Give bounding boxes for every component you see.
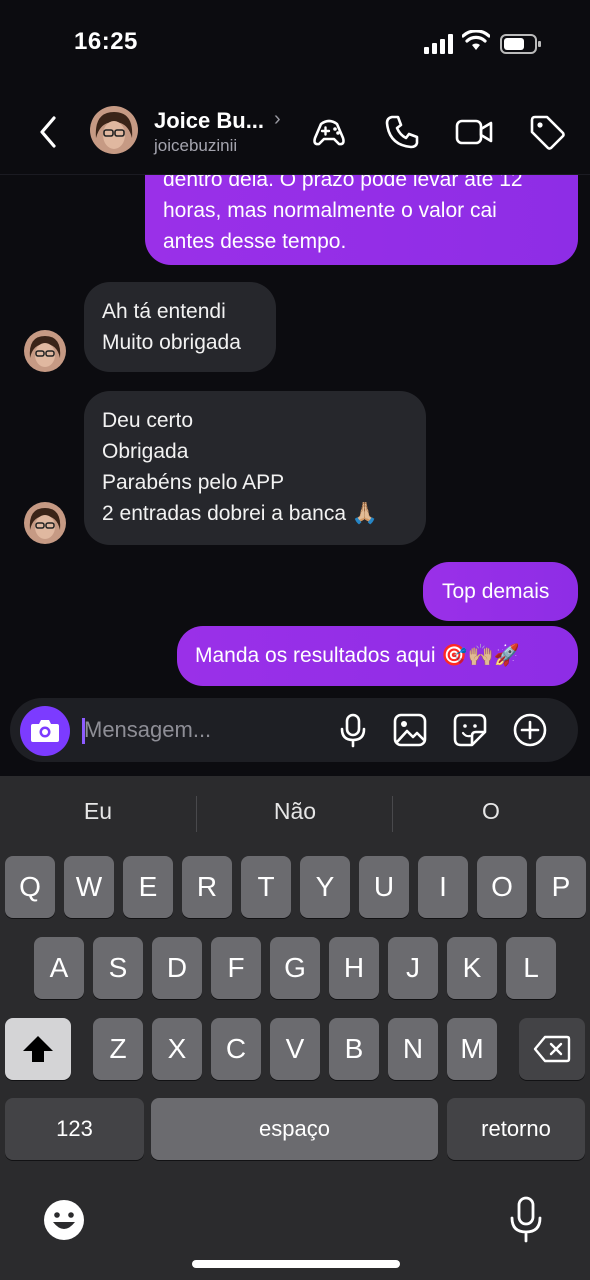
message-text: Top demais (442, 580, 550, 603)
home-indicator[interactable] (192, 1260, 400, 1268)
return-key[interactable]: retorno (447, 1098, 585, 1160)
add-icon[interactable] (512, 712, 548, 748)
back-chevron-icon[interactable] (34, 114, 64, 150)
camera-button[interactable] (20, 706, 70, 756)
key[interactable]: O (477, 856, 527, 918)
key[interactable]: I (418, 856, 468, 918)
key[interactable]: W (64, 856, 114, 918)
key[interactable]: P (536, 856, 586, 918)
key[interactable]: S (93, 937, 143, 999)
wifi-icon (462, 30, 490, 50)
key[interactable]: F (211, 937, 261, 999)
chat-header: Joice Bu... › joicebuzinii (0, 88, 590, 175)
microphone-icon[interactable] (335, 712, 371, 748)
dictation-microphone-icon[interactable] (508, 1196, 544, 1244)
key[interactable]: Y (300, 856, 350, 918)
key[interactable]: D (152, 937, 202, 999)
message-text: Manda os resultados aqui 🎯🙌🏼🚀 (195, 644, 520, 667)
numbers-key[interactable]: 123 (5, 1098, 144, 1160)
phone-icon[interactable] (382, 112, 422, 152)
chevron-right-icon[interactable]: › (274, 108, 281, 131)
suggestion-divider (196, 796, 197, 832)
contact-avatar[interactable] (24, 330, 66, 372)
shift-arrow-icon (23, 1036, 53, 1062)
key[interactable]: B (329, 1018, 379, 1080)
contact-avatar[interactable] (24, 502, 66, 544)
outgoing-message[interactable]: Top demais (423, 562, 578, 621)
incoming-message[interactable]: Ah tá entendi Muito obrigada (84, 282, 276, 372)
key[interactable]: A (34, 937, 84, 999)
gallery-icon[interactable] (392, 712, 428, 748)
tag-icon[interactable] (527, 112, 567, 152)
key[interactable]: L (506, 937, 556, 999)
message-line: Parabéns pelo APP (102, 471, 285, 494)
message-line: antes desse tempo. (163, 230, 347, 253)
key[interactable]: K (447, 937, 497, 999)
suggestion[interactable]: O (421, 798, 561, 825)
key[interactable]: Z (93, 1018, 143, 1080)
contact-name[interactable]: Joice Bu... (154, 108, 264, 134)
key[interactable]: C (211, 1018, 261, 1080)
keyboard: Eu Não O Q W E R T Y U I O P A S D F G H… (0, 776, 590, 1280)
key[interactable]: G (270, 937, 320, 999)
video-call-icon[interactable] (454, 112, 494, 152)
suggestion[interactable]: Eu (28, 798, 168, 825)
delete-key[interactable] (519, 1018, 585, 1080)
sticker-icon[interactable] (452, 712, 488, 748)
key[interactable]: V (270, 1018, 320, 1080)
message-line: 2 entradas dobrei a banca 🙏🏼 (102, 502, 378, 525)
suggestion-divider (392, 796, 393, 832)
message-line: Obrigada (102, 440, 189, 463)
key[interactable]: R (182, 856, 232, 918)
contact-handle[interactable]: joicebuzinii (154, 136, 237, 156)
incoming-message[interactable]: Deu certo Obrigada Parabéns pelo APP 2 e… (84, 391, 426, 545)
space-key[interactable]: espaço (151, 1098, 438, 1160)
key[interactable]: M (447, 1018, 497, 1080)
camera-icon (31, 720, 59, 742)
shift-key[interactable] (5, 1018, 71, 1080)
emoji-icon[interactable] (42, 1198, 86, 1242)
suggestion[interactable]: Não (225, 798, 365, 825)
outgoing-message[interactable]: Manda os resultados aqui 🎯🙌🏼🚀 (177, 626, 578, 686)
key[interactable]: J (388, 937, 438, 999)
key[interactable]: Q (5, 856, 55, 918)
backspace-icon (533, 1035, 571, 1063)
message-line: Muito obrigada (102, 331, 241, 354)
message-input[interactable] (84, 714, 304, 746)
battery-icon (500, 34, 541, 54)
message-line: Deu certo (102, 409, 194, 432)
cellular-signal-icon (424, 34, 453, 54)
game-icon[interactable] (309, 112, 349, 152)
key[interactable]: E (123, 856, 173, 918)
key[interactable]: N (388, 1018, 438, 1080)
contact-avatar[interactable] (90, 106, 138, 154)
message-line: horas, mas normalmente o valor cai (163, 199, 497, 222)
message-line: Ah tá entendi (102, 300, 226, 323)
key[interactable]: T (241, 856, 291, 918)
key[interactable]: U (359, 856, 409, 918)
key[interactable]: X (152, 1018, 202, 1080)
message-composer (10, 698, 578, 762)
key[interactable]: H (329, 937, 379, 999)
status-time: 16:25 (74, 28, 138, 55)
